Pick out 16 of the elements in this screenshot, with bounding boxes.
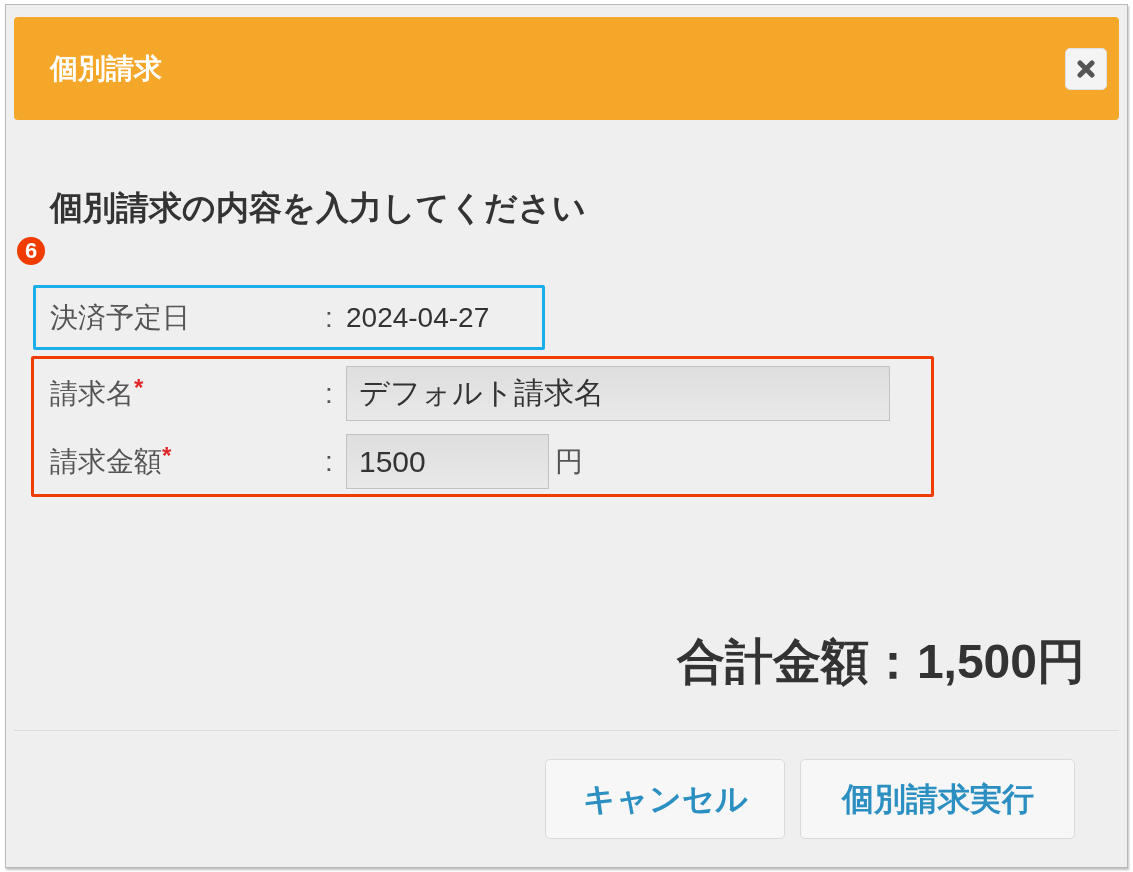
colon-separator: :: [325, 300, 334, 335]
unit-label: 円: [555, 444, 583, 479]
step-badge: 6: [17, 237, 45, 265]
dialog-title: 個別請求: [50, 51, 162, 86]
colon-separator: :: [325, 444, 334, 479]
field-label: 請求金額*: [50, 443, 173, 479]
date-value: 2024-04-27: [346, 300, 491, 335]
input-field[interactable]: デフォルト請求名: [346, 366, 890, 421]
form-heading: 個別請求の内容を入力してください: [50, 188, 586, 228]
close-icon: [1077, 59, 1095, 78]
colon-separator: :: [325, 376, 334, 411]
input-field[interactable]: 1500: [346, 434, 549, 489]
close-button[interactable]: [1065, 47, 1107, 90]
field-label: 請求名*: [50, 375, 145, 411]
total-amount: 合計金額：1,500円: [676, 634, 1085, 690]
field-label: 決済予定日: [50, 300, 191, 335]
